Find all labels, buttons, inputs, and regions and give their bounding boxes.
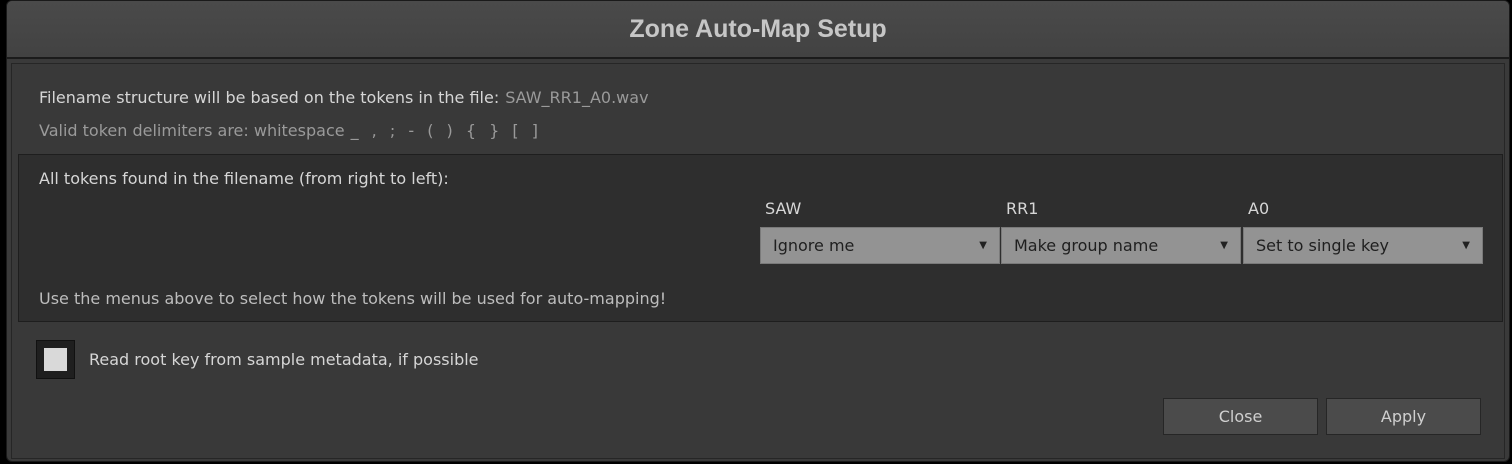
token-column-a0: A0 Set to single key ▼ [1243,199,1483,264]
delimiters-text: Valid token delimiters are: whitespace [39,121,345,140]
tokens-panel: All tokens found in the filename (from r… [18,154,1503,322]
dropdown-value: Make group name [1014,236,1159,255]
dropdown-value: Ignore me [773,236,855,255]
title-bar[interactable]: Zone Auto-Map Setup [7,1,1509,59]
root-key-option: Read root key from sample metadata, if p… [36,340,479,379]
token-label: A0 [1248,199,1270,218]
dialog-body: Filename structure will be based on the … [11,63,1505,459]
token-action-dropdown-rr1[interactable]: Make group name ▼ [1001,227,1241,264]
token-column-rr1: RR1 Make group name ▼ [1001,199,1241,264]
source-filename: SAW_RR1_A0.wav [505,88,649,107]
token-column-saw: SAW Ignore me ▼ [760,199,1000,264]
triangle-down-icon: ▼ [1462,240,1470,251]
tokens-heading: All tokens found in the filename (from r… [39,169,449,188]
token-label: SAW [765,199,802,218]
close-button[interactable]: Close [1163,398,1318,435]
token-label: RR1 [1006,199,1039,218]
zone-auto-map-dialog: Zone Auto-Map Setup Filename structure w… [6,0,1510,462]
triangle-down-icon: ▼ [1220,240,1228,251]
dropdown-value: Set to single key [1256,236,1389,255]
root-key-label[interactable]: Read root key from sample metadata, if p… [89,350,479,369]
dialog-title: Zone Auto-Map Setup [629,14,887,43]
root-key-checkbox[interactable] [36,340,75,379]
apply-button[interactable]: Apply [1326,398,1481,435]
filename-structure-line: Filename structure will be based on the … [39,88,649,107]
checkbox-box [44,348,67,371]
delimiters-line: Valid token delimiters are: whitespace _ … [39,121,542,140]
structure-text: Filename structure will be based on the … [39,88,500,107]
token-action-dropdown-a0[interactable]: Set to single key ▼ [1243,227,1483,264]
token-action-dropdown-saw[interactable]: Ignore me ▼ [760,227,1000,264]
triangle-down-icon: ▼ [979,240,987,251]
tokens-hint: Use the menus above to select how the to… [39,289,667,308]
delimiters-list: _ , ; - ( ) { } [ ] [350,121,542,140]
